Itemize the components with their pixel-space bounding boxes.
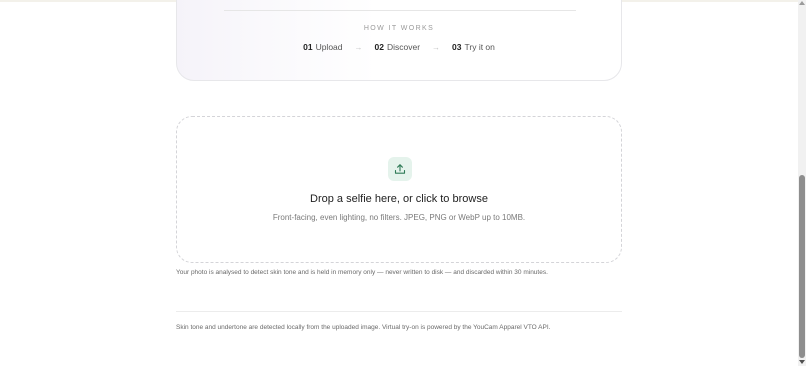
footer-note: Skin tone and undertone are detected loc…: [176, 324, 551, 331]
how-it-works-steps: 01 Upload → 02 Discover → 03 Try it on: [0, 42, 798, 52]
scroll-up-arrow-icon[interactable]: [799, 1, 805, 5]
hero-card: [176, 0, 622, 81]
how-it-works-heading: HOW IT WORKS: [363, 25, 435, 32]
dropzone-title: Drop a selfie here, or click to browse: [310, 193, 488, 205]
step-discover: 02 Discover: [375, 42, 421, 52]
step-try-on: 03 Try it on: [452, 42, 495, 52]
arrow-right-icon: →: [354, 42, 363, 52]
hero-divider: [224, 10, 576, 11]
step-label: Discover: [386, 42, 421, 52]
step-number: 03: [452, 42, 462, 52]
upload-icon: [388, 157, 412, 181]
scroll-down-arrow-icon[interactable]: [799, 360, 805, 364]
step-number: 01: [303, 42, 313, 52]
step-label: Upload: [315, 42, 343, 52]
privacy-note: Your photo is analysed to detect skin to…: [176, 269, 548, 276]
footer-divider: [176, 311, 622, 312]
arrow-right-icon: →: [432, 42, 441, 52]
vertical-scrollbar[interactable]: [798, 0, 806, 366]
step-label: Try it on: [464, 42, 495, 52]
step-number: 02: [374, 42, 384, 52]
dropzone-subtitle: Front-facing, even lighting, no filters.…: [272, 213, 526, 222]
selfie-dropzone[interactable]: Drop a selfie here, or click to browse F…: [176, 116, 622, 263]
page-viewport: HOW IT WORKS 01 Upload → 02 Discover → 0…: [0, 0, 798, 366]
scrollbar-thumb[interactable]: [799, 175, 805, 358]
step-upload: 01 Upload: [303, 42, 342, 52]
